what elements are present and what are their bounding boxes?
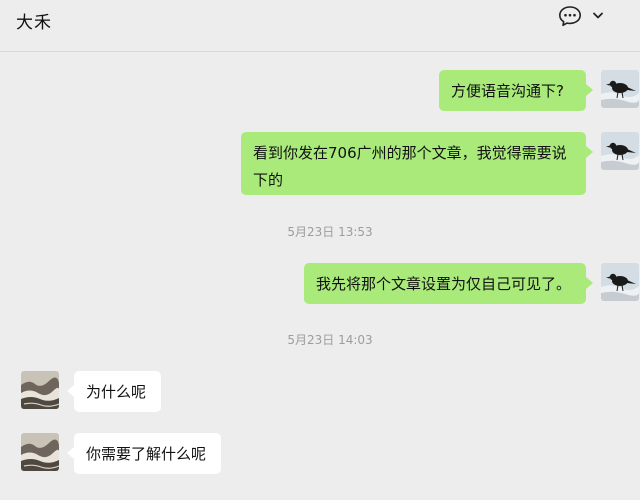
chat-header: 大禾 xyxy=(0,0,640,52)
bubble-tail xyxy=(586,277,593,289)
chat-title: 大禾 xyxy=(16,13,52,33)
outgoing-message-bubble[interactable]: 看到你发在706广州的那个文章，我觉得需要说下的 xyxy=(241,132,586,195)
bubble-tail xyxy=(586,146,593,158)
incoming-message-bubble[interactable]: 为什么呢 xyxy=(74,371,161,412)
outgoing-message-bubble[interactable]: 我先将那个文章设置为仅自己可见了。 xyxy=(304,263,586,304)
chat-window: 大禾 方便语音沟通下? 看到你发在706广州的那个文章，我觉得需要说下的 5月2… xyxy=(0,0,640,500)
contact-avatar[interactable] xyxy=(21,433,59,471)
incoming-message-bubble[interactable]: 你需要了解什么呢 xyxy=(74,433,221,474)
chevron-down-icon[interactable] xyxy=(592,11,604,20)
bubble-tail xyxy=(67,447,74,459)
bubble-tail xyxy=(67,385,74,397)
bubble-tail xyxy=(586,84,593,96)
user-avatar[interactable] xyxy=(601,132,639,170)
contact-avatar[interactable] xyxy=(21,371,59,409)
user-avatar[interactable] xyxy=(601,263,639,301)
message-timestamp: 5月23日 14:03 xyxy=(287,333,373,347)
chat-bubble-icon[interactable] xyxy=(558,5,582,27)
user-avatar[interactable] xyxy=(601,70,639,108)
outgoing-message-bubble[interactable]: 方便语音沟通下? xyxy=(439,70,586,111)
message-timestamp: 5月23日 13:53 xyxy=(287,225,373,239)
